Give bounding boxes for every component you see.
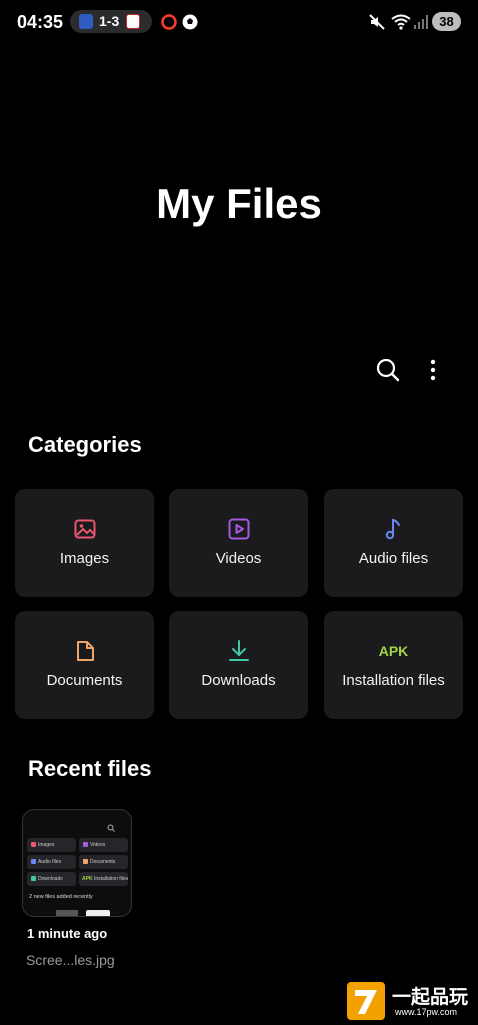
recent-file-time: 1 minute ago xyxy=(27,926,108,941)
mini-tile-audio: Audio files xyxy=(27,855,76,869)
category-documents[interactable]: Documents xyxy=(15,611,154,719)
category-label: Videos xyxy=(215,550,262,567)
recent-file-thumbnail[interactable]: Images Videos Audio files Documents Down… xyxy=(22,809,132,917)
mini-document-icon xyxy=(83,859,88,864)
video-icon xyxy=(228,518,250,540)
mini-notice: 2 new files added recently xyxy=(29,894,93,900)
wifi-icon xyxy=(391,14,411,30)
recent-file-name[interactable]: Scree...les.jpg xyxy=(26,952,115,968)
mute-icon xyxy=(369,14,385,30)
battery-indicator: 38 xyxy=(432,12,461,31)
category-downloads[interactable]: Downloads xyxy=(169,611,308,719)
category-audio-files[interactable]: Audio files xyxy=(324,489,463,597)
mini-tile-documents: Documents xyxy=(79,855,128,869)
category-label: Installation files xyxy=(342,672,445,689)
status-time: 04:35 xyxy=(17,12,64,32)
search-icon[interactable] xyxy=(373,355,403,385)
watermark-text: 一起品玩 xyxy=(392,987,469,1008)
live-score-pill[interactable]: 1-3 xyxy=(70,10,152,33)
mini-video-icon xyxy=(83,842,88,847)
mini-tile-downloads: Downloads xyxy=(27,872,76,886)
apk-icon: APK xyxy=(378,643,409,659)
mini-label: Installation files xyxy=(94,876,129,882)
category-installation-files[interactable]: APK Installation files xyxy=(324,611,463,719)
home-team-badge-icon xyxy=(79,14,93,29)
signal-icon xyxy=(414,15,428,29)
watermark-url: www.17pw.com xyxy=(395,1007,458,1017)
mini-image-icon xyxy=(31,842,36,847)
category-label: Images xyxy=(59,550,110,567)
mini-music-icon xyxy=(31,859,36,864)
watermark-logo-icon xyxy=(347,982,385,1020)
image-icon xyxy=(74,519,96,539)
mini-download-icon xyxy=(31,876,36,881)
document-icon xyxy=(77,641,94,661)
page-title: My Files xyxy=(156,180,322,227)
more-vert-icon[interactable] xyxy=(418,355,448,385)
category-images[interactable]: Images xyxy=(15,489,154,597)
category-label: Documents xyxy=(46,672,123,689)
soccer-ball-icon xyxy=(182,14,198,30)
mini-tile-installation: APK Installation files xyxy=(79,872,128,886)
mini-label: Downloads xyxy=(38,876,63,882)
ring-icon xyxy=(161,14,177,30)
category-label: Downloads xyxy=(201,672,276,689)
mini-tile-images: Images xyxy=(27,838,76,852)
mini-apk-icon: APK xyxy=(82,876,93,882)
mini-bottom-right xyxy=(86,910,110,916)
mini-label: Documents xyxy=(90,859,116,865)
mini-bottom-left xyxy=(56,910,78,916)
mini-label: Images xyxy=(38,842,55,848)
categories-title: Categories xyxy=(28,432,142,457)
mini-tile-videos: Videos xyxy=(79,838,128,852)
download-icon xyxy=(229,640,249,661)
status-bar: 04:35 1-3 38 xyxy=(0,0,478,44)
mini-label: Videos xyxy=(90,842,106,848)
mini-label: Audio files xyxy=(38,859,62,865)
away-team-badge-icon xyxy=(126,14,140,29)
watermark: 一起品玩 www.17pw.com xyxy=(345,980,478,1024)
category-label: Audio files xyxy=(358,550,429,567)
mini-search-icon xyxy=(107,824,115,832)
recent-files-title: Recent files xyxy=(28,756,152,781)
music-note-icon xyxy=(385,518,400,540)
live-score: 1-3 xyxy=(99,13,120,29)
category-videos[interactable]: Videos xyxy=(169,489,308,597)
